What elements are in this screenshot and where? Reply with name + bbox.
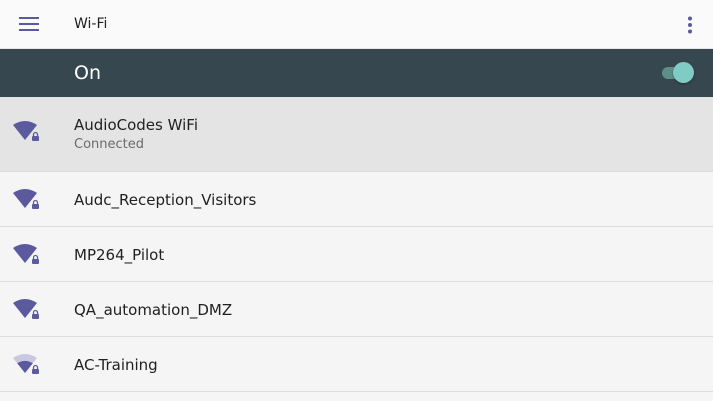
wifi-lock-full-icon [13,299,39,319]
network-name: AudioCodes WiFi [74,116,198,134]
network-name: AC-Training [74,356,158,374]
wifi-lock-medium-icon [13,354,39,374]
network-list: AudioCodes WiFi Connected Audc_Reception… [0,97,713,392]
network-item[interactable]: Audc_Reception_Visitors [0,172,713,227]
network-name: MP264_Pilot [74,246,165,264]
page-title: Wi-Fi [74,16,108,32]
network-item[interactable]: MP264_Pilot [0,227,713,282]
overflow-menu-button[interactable] [680,12,700,38]
network-item[interactable]: AudioCodes WiFi Connected [0,97,713,172]
app-bar: Wi-Fi [0,0,713,49]
wifi-toggle[interactable] [660,61,696,85]
network-status: Connected [74,137,145,152]
network-name: Audc_Reception_Visitors [74,191,257,209]
network-name: QA_automation_DMZ [74,301,233,319]
wifi-switch-bar[interactable]: On [0,49,713,97]
network-item[interactable]: QA_automation_DMZ [0,282,713,337]
menu-button[interactable] [10,10,48,38]
wifi-switch-label: On [74,62,101,84]
wifi-lock-full-icon [13,189,39,209]
wifi-lock-full-icon [13,244,39,264]
wifi-lock-full-icon [13,121,39,141]
hamburger-menu-icon [19,17,39,31]
network-item[interactable]: AC-Training [0,337,713,392]
toggle-thumb [673,62,694,83]
more-vert-icon [688,16,692,34]
